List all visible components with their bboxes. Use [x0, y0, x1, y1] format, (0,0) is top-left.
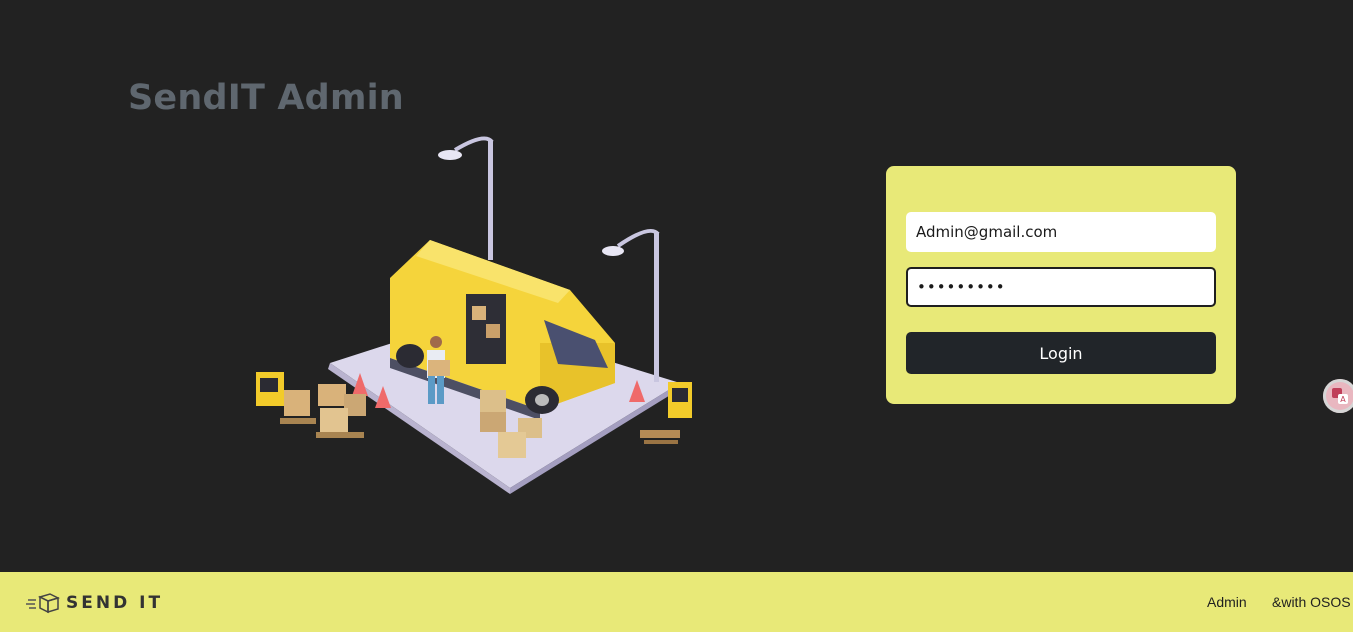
- footer: SEND IT Admin &with OSOS: [0, 572, 1353, 632]
- translate-icon: A: [1332, 388, 1348, 404]
- package-icon: [26, 593, 60, 614]
- translate-widget[interactable]: A: [1323, 379, 1353, 413]
- login-button[interactable]: Login: [906, 332, 1216, 374]
- password-field[interactable]: [906, 267, 1216, 307]
- brand-logo[interactable]: SEND IT: [26, 592, 163, 614]
- brand-name: SEND IT: [66, 593, 164, 613]
- login-form: Login: [886, 166, 1236, 404]
- page-title: SendIT Admin: [128, 78, 404, 118]
- email-field[interactable]: [906, 212, 1216, 252]
- footer-link-admin[interactable]: Admin: [1207, 594, 1247, 610]
- delivery-van-illustration: [256, 136, 692, 494]
- svg-text:A: A: [1340, 395, 1346, 404]
- footer-link-osos[interactable]: &with OSOS: [1272, 594, 1351, 610]
